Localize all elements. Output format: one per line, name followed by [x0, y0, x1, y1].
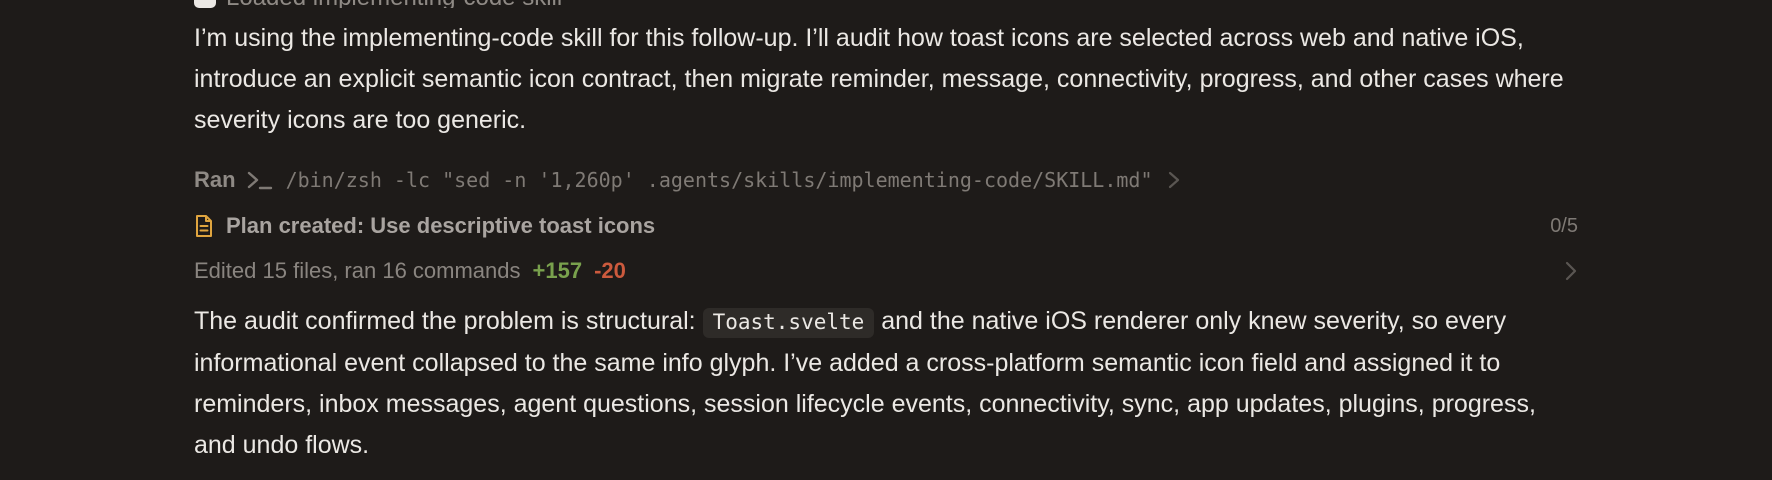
- inline-code: Toast.svelte: [702, 308, 875, 338]
- document-icon: [196, 215, 212, 237]
- plan-row[interactable]: Plan created: Use descriptive toast icon…: [194, 209, 1578, 243]
- lines-removed: -20: [594, 258, 626, 283]
- ran-label: Ran: [194, 167, 236, 192]
- result-message: The audit confirmed the problem is struc…: [194, 301, 1584, 466]
- plan-title: Plan created: Use descriptive toast icon…: [226, 213, 656, 238]
- plan-progress: 0/5: [1550, 214, 1578, 237]
- checkbox-icon: [194, 0, 216, 8]
- edits-summary-row[interactable]: Edited 15 files, ran 16 commands +157 -2…: [194, 254, 1578, 288]
- command-text: /bin/zsh -lc "sed -n '1,260p' .agents/sk…: [285, 168, 1153, 192]
- ran-command-row[interactable]: Ran /bin/zsh -lc "sed -n '1,260p' .agent…: [194, 163, 1181, 197]
- previous-step-text: Loaded implementing-code skill: [226, 0, 562, 8]
- chevron-right-icon[interactable]: [1167, 170, 1181, 190]
- chevron-right-icon[interactable]: [1564, 260, 1578, 282]
- terminal-icon: [247, 171, 272, 190]
- previous-step-fragment: Loaded implementing-code skill: [194, 0, 562, 8]
- lines-added: +157: [532, 258, 583, 283]
- intro-message: I’m using the implementing-code skill fo…: [194, 24, 1564, 134]
- edits-summary: Edited 15 files, ran 16 commands: [194, 258, 521, 283]
- result-text-before: The audit confirmed the problem is struc…: [194, 307, 696, 335]
